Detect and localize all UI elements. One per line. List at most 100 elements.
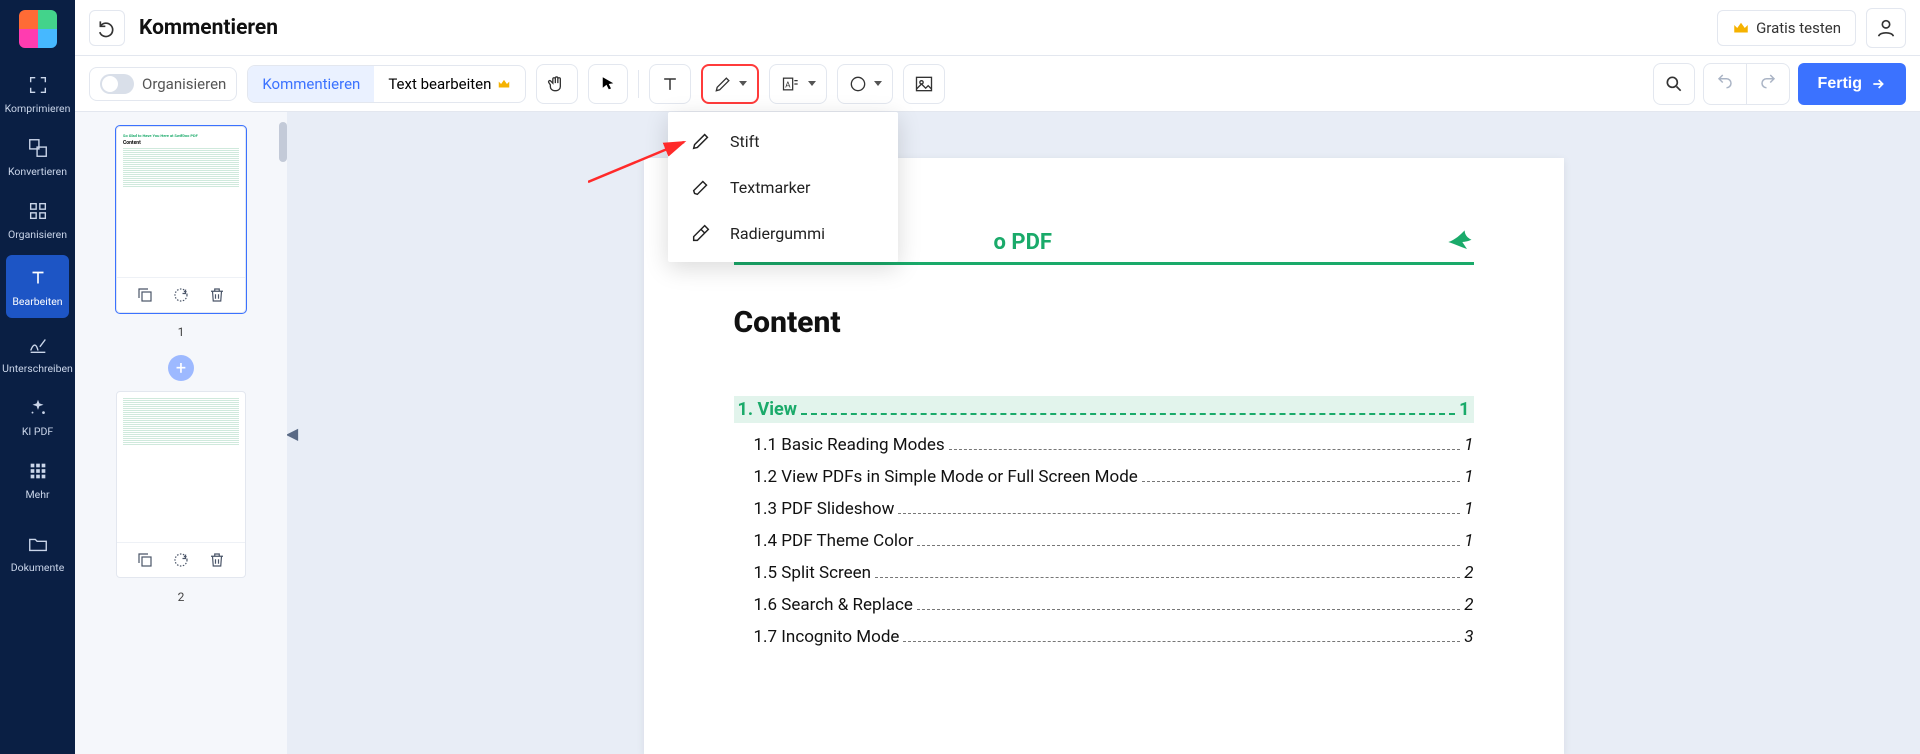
thumbnail-page-number: 1 [178, 325, 185, 339]
collapse-thumbnails-handle[interactable]: ◀ [287, 408, 298, 458]
thumbnail-page-1[interactable]: So Glad to Have You Here at SwifDoo PDF … [116, 126, 246, 313]
sidebar-item-label: Unterschreiben [2, 362, 73, 375]
thumbnail-panel: So Glad to Have You Here at SwifDoo PDF … [75, 112, 287, 754]
content-heading: Content [734, 305, 1474, 340]
sidebar-item-label: Mehr [25, 488, 49, 501]
text-highlight-tool-button[interactable]: A [769, 64, 827, 104]
profile-button[interactable] [1866, 8, 1906, 48]
toc-item: 1.7 Incognito Mode3 [734, 627, 1474, 647]
sidebar-item-convert[interactable]: Konvertieren [0, 125, 75, 188]
app-logo [19, 10, 57, 48]
convert-icon [25, 135, 51, 161]
image-tool-button[interactable] [903, 64, 945, 104]
thumbnail-page-2[interactable] [116, 391, 246, 578]
free-trial-label: Gratis testen [1756, 19, 1841, 37]
redo-toolbar-button[interactable] [1746, 64, 1789, 104]
thumbnail-scrollbar[interactable] [279, 122, 287, 162]
top-bar: Kommentieren Gratis testen [75, 0, 1920, 56]
toc-item: 1.3 PDF Slideshow 1 [734, 499, 1474, 519]
organize-toggle-group: Organisieren [89, 67, 237, 101]
add-page-button[interactable]: + [168, 355, 194, 381]
crown-icon [1732, 19, 1750, 37]
thumbnail-preview [117, 392, 245, 542]
sidebar-item-label: Bearbeiten [12, 295, 62, 308]
free-trial-button[interactable]: Gratis testen [1717, 10, 1856, 46]
grid-icon [25, 458, 51, 484]
pen-tool-button[interactable] [701, 64, 759, 104]
dropdown-item-label: Stift [730, 132, 759, 151]
swallow-icon [1446, 228, 1474, 256]
text-tool-button[interactable] [649, 64, 691, 104]
undo-redo-group [1703, 63, 1790, 105]
tab-annotate-label: Kommentieren [262, 75, 360, 93]
dropdown-item-marker[interactable]: Textmarker [668, 164, 898, 210]
dropdown-item-eraser[interactable]: Radiergummi [668, 210, 898, 256]
sign-icon [25, 332, 51, 358]
sidebar-item-documents[interactable]: Dokumente [0, 521, 75, 584]
thumbnail-preview: So Glad to Have You Here at SwifDoo PDF … [117, 127, 245, 277]
organize-toggle-label: Organisieren [142, 75, 226, 93]
done-button-label: Fertig [1818, 75, 1862, 93]
sidebar-item-sign[interactable]: Unterschreiben [0, 322, 75, 385]
pointer-tool-button[interactable] [588, 64, 628, 104]
mode-tabs: Kommentieren Text bearbeiten [247, 65, 526, 103]
marker-icon [690, 176, 712, 198]
shape-tool-button[interactable] [837, 64, 893, 104]
sidebar-item-organize[interactable]: Organisieren [0, 188, 75, 251]
sidebar-item-aipdf[interactable]: KI PDF [0, 385, 75, 448]
compress-icon [25, 72, 51, 98]
tab-text-edit-label: Text bearbeiten [388, 75, 491, 93]
sidebar-item-edit[interactable]: Bearbeiten [6, 255, 69, 318]
rotate-page-icon[interactable] [172, 286, 190, 304]
search-button[interactable] [1653, 63, 1695, 105]
toc-item: 1.5 Split Screen 2 [734, 563, 1474, 583]
sidebar-item-label: Komprimieren [5, 102, 71, 115]
sidebar-item-label: KI PDF [22, 425, 53, 438]
pen-dropdown-menu: Stift Textmarker Radiergummi [668, 112, 898, 262]
chevron-down-icon [874, 81, 882, 86]
dropdown-item-label: Radiergummi [730, 224, 825, 243]
sidebar-item-label: Organisieren [8, 228, 67, 241]
toolbar: Organisieren Kommentieren Text bearbeite… [75, 56, 1920, 112]
duplicate-page-icon[interactable] [136, 286, 154, 304]
delete-page-icon[interactable] [208, 551, 226, 569]
chevron-down-icon [808, 81, 816, 86]
page-title: Kommentieren [139, 16, 278, 40]
eraser-icon [690, 222, 712, 244]
crown-icon [497, 77, 511, 91]
folder-icon [25, 531, 51, 557]
document-viewport[interactable]: ◀ So Glad to Hav o PDF Content 1. View [287, 112, 1920, 754]
toc-section: 1. View 1 [734, 396, 1474, 423]
chevron-down-icon [739, 81, 747, 86]
edit-text-icon [25, 265, 51, 291]
organize-icon [25, 198, 51, 224]
toolbar-divider [638, 70, 639, 98]
sidebar-item-label: Konvertieren [8, 165, 67, 178]
toc-item: 1.2 View PDFs in Simple Mode or Full Scr… [734, 467, 1474, 487]
hand-tool-button[interactable] [536, 64, 578, 104]
tab-annotate[interactable]: Kommentieren [248, 66, 374, 102]
toc-item: 1.4 PDF Theme Color1 [734, 531, 1474, 551]
thumbnail-page-number: 2 [178, 590, 185, 604]
undo-toolbar-button[interactable] [1704, 64, 1746, 104]
sparkle-icon [25, 395, 51, 421]
pen-icon [690, 130, 712, 152]
toc-item: 1.1 Basic Reading Modes1 [734, 435, 1474, 455]
left-sidebar: Komprimieren Konvertieren Organisieren B… [0, 0, 75, 754]
svg-text:A: A [786, 80, 792, 90]
dropdown-item-pen[interactable]: Stift [668, 118, 898, 164]
sidebar-item-compress[interactable]: Komprimieren [0, 62, 75, 125]
duplicate-page-icon[interactable] [136, 551, 154, 569]
toc-item: 1.6 Search & Replace2 [734, 595, 1474, 615]
sidebar-item-label: Dokumente [11, 561, 65, 574]
sidebar-item-more[interactable]: Mehr [0, 448, 75, 511]
organize-switch[interactable] [100, 74, 134, 94]
undo-button[interactable] [89, 10, 125, 46]
toc-section-page: 1 [1459, 399, 1469, 420]
tab-text-edit[interactable]: Text bearbeiten [374, 66, 525, 102]
toc-section-name: 1. View [738, 399, 797, 420]
rotate-page-icon[interactable] [172, 551, 190, 569]
done-button[interactable]: Fertig [1798, 63, 1906, 105]
delete-page-icon[interactable] [208, 286, 226, 304]
dropdown-item-label: Textmarker [730, 178, 810, 197]
